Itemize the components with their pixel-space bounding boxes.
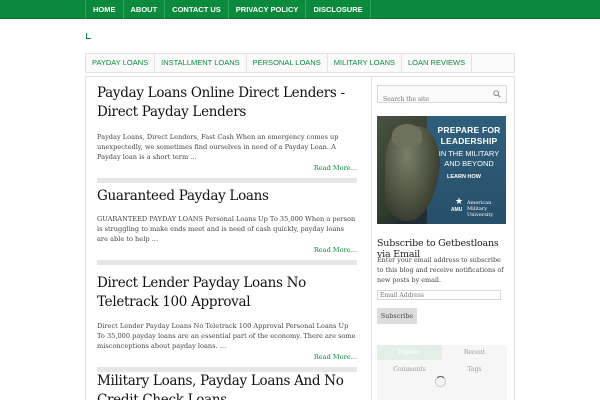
search-box <box>377 85 507 108</box>
tab-comments[interactable]: Comments <box>377 362 442 377</box>
top-nav-home[interactable]: HOME <box>85 0 124 19</box>
email-field[interactable] <box>377 290 501 300</box>
read-more-link[interactable]: Read More... <box>97 246 357 254</box>
top-nav-contact-us[interactable]: CONTACT US <box>165 0 229 19</box>
cat-nav-military-loans[interactable]: MILITARY LOANS <box>328 54 403 72</box>
post-title[interactable]: Direct Lender Payday Loans No Teletrack … <box>97 274 357 312</box>
tab-popular[interactable]: Popular <box>377 345 442 360</box>
post: Military Loans, Payday Loans And No Cred… <box>97 372 357 400</box>
ad-helmet-shape <box>392 124 422 146</box>
post: Direct Lender Payday Loans No Teletrack … <box>97 274 357 372</box>
post-title[interactable]: Payday Loans Online Direct Lenders - Dir… <box>97 84 357 122</box>
subscribe-button[interactable]: Subscribe <box>377 308 417 324</box>
advertisement-banner[interactable]: PREPARE FOR LEADERSHIP IN THE MILITARY A… <box>377 116 506 224</box>
post-divider <box>97 260 357 265</box>
post-title[interactable]: Guaranteed Payday Loans <box>97 187 357 206</box>
main-content: Payday Loans Online Direct Lenders - Dir… <box>85 76 372 400</box>
top-nav-about[interactable]: ABOUT <box>124 0 166 19</box>
loading-spinner-icon <box>435 376 446 387</box>
ad-subline-1: IN THE MILITARY <box>438 149 500 158</box>
post-title[interactable]: Military Loans, Payday Loans And No Cred… <box>97 372 357 400</box>
ad-logo-abbr: AMU <box>451 207 463 213</box>
read-more-link[interactable]: Read More... <box>97 353 357 361</box>
tab-tags[interactable]: Tags <box>442 362 507 377</box>
ad-headline-2: LEADERSHIP <box>440 136 498 146</box>
top-nav-disclosure[interactable]: DISCLOSURE <box>306 0 371 19</box>
subscribe-description: Enter your email address to subscribe to… <box>377 256 504 284</box>
post: Payday Loans Online Direct Lenders - Dir… <box>97 84 357 183</box>
top-nav-privacy-policy[interactable]: PRIVACY POLICY <box>229 0 307 19</box>
cat-nav-payday-loans[interactable]: PAYDAY LOANS <box>86 54 156 72</box>
post: Guaranteed Payday Loans GUARANTEED PAYDA… <box>97 187 357 265</box>
star-icon: ★ <box>455 197 464 207</box>
post-divider <box>97 178 357 183</box>
ad-headline-1: PREPARE FOR <box>437 125 501 135</box>
tab-recent[interactable]: Recent <box>442 345 507 360</box>
ad-cta[interactable]: LEARN HOW <box>447 174 481 180</box>
cat-nav-loan-reviews[interactable]: LOAN REVIEWS <box>402 54 473 72</box>
post-excerpt: Payday Loans, Direct Lenders, Fast Cash … <box>97 133 339 161</box>
ad-logo-name: American Military University <box>467 200 494 218</box>
cat-nav-personal-loans[interactable]: PERSONAL LOANS <box>247 54 328 72</box>
search-input[interactable] <box>378 91 490 108</box>
widget-tabs: Popular Recent Comments Tags <box>377 345 507 400</box>
search-icon[interactable] <box>493 90 501 98</box>
sidebar: PREPARE FOR LEADERSHIP IN THE MILITARY A… <box>372 76 515 400</box>
post-excerpt: Direct Lender Payday Loans No Teletrack … <box>97 322 356 350</box>
read-more-link[interactable]: Read More... <box>97 164 357 172</box>
top-navigation-bar: HOME ABOUT CONTACT US PRIVACY POLICY DIS… <box>0 0 600 19</box>
ad-subline-2: AND BEYOND <box>444 159 494 168</box>
top-nav: HOME ABOUT CONTACT US PRIVACY POLICY DIS… <box>85 0 371 19</box>
post-excerpt: GUARANTEED PAYDAY LOANS Personal Loans U… <box>97 215 356 243</box>
cat-nav-installment-loans[interactable]: INSTALLMENT LOANS <box>155 54 247 72</box>
site-logo-mark[interactable] <box>86 33 91 39</box>
category-nav: PAYDAY LOANS INSTALLMENT LOANS PERSONAL … <box>85 53 515 73</box>
